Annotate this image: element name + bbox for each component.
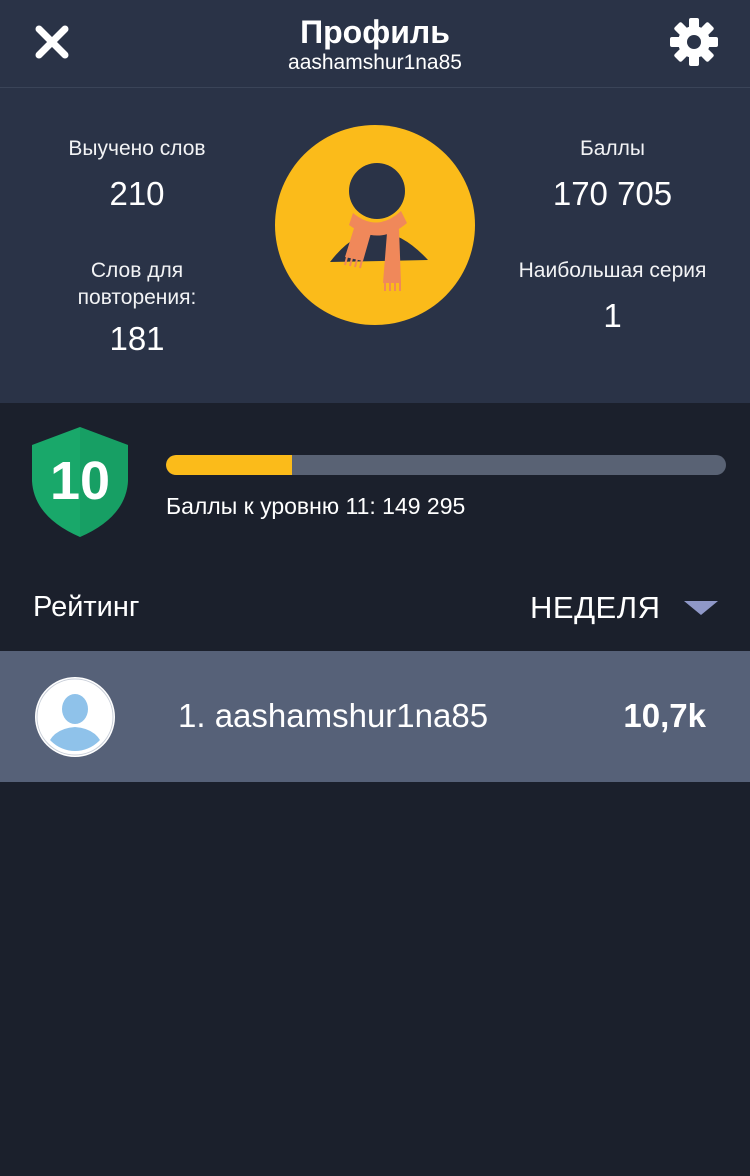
stat-points-label: Баллы <box>579 137 646 160</box>
stat-best-streak: Наибольшая серия 1 <box>500 257 725 336</box>
stat-points-value: 170 705 <box>552 175 673 212</box>
stat-streak-value: 1 <box>603 297 622 334</box>
user-with-scarf-icon <box>330 163 428 291</box>
stat-learned-words: Выучено слов 210 <box>42 135 232 214</box>
profile-screen: Профиль aashamshur1na85 Выучено слов 210… <box>0 0 750 1176</box>
page-title: Профиль <box>300 14 450 50</box>
gear-icon <box>670 18 718 66</box>
shield-icon: 10 <box>32 427 128 537</box>
stat-points: Баллы 170 705 <box>500 135 725 214</box>
page-subtitle-username: aashamshur1na85 <box>288 51 462 74</box>
header-bar: Профиль aashamshur1na85 <box>0 0 750 88</box>
level-badge: 10 <box>30 425 130 539</box>
avatar <box>35 677 115 757</box>
rating-title: Рейтинг <box>33 591 140 623</box>
points-to-next-level: Баллы к уровню 11: 149 295 <box>166 493 466 519</box>
stat-words-to-repeat: Слов для повторения: 181 <box>42 257 232 359</box>
rating-row-score: 10,7k <box>623 697 706 734</box>
stat-repeat-label: Слов для повторения: <box>77 259 197 309</box>
level-number: 10 <box>50 451 110 511</box>
rating-row-name: 1. aashamshur1na85 <box>178 697 489 734</box>
level-progress-fill <box>166 455 292 475</box>
chevron-down-icon <box>684 601 719 615</box>
settings-button[interactable] <box>668 16 720 68</box>
default-user-icon <box>36 678 114 756</box>
profile-avatar[interactable] <box>275 125 475 325</box>
rating-period-dropdown[interactable]: НЕДЕЛЯ <box>530 586 740 630</box>
stat-streak-label: Наибольшая серия <box>518 259 707 282</box>
level-progress-bar <box>166 455 726 475</box>
stat-learned-label: Выучено слов <box>68 137 206 160</box>
rating-period-label: НЕДЕЛЯ <box>530 590 661 625</box>
stat-repeat-value: 181 <box>109 320 165 357</box>
rating-row[interactable]: 1. aashamshur1na85 10,7k <box>0 651 750 782</box>
profile-stats-panel: Выучено слов 210 Слов для повторения: 18… <box>0 88 750 403</box>
stat-learned-value: 210 <box>109 175 165 212</box>
